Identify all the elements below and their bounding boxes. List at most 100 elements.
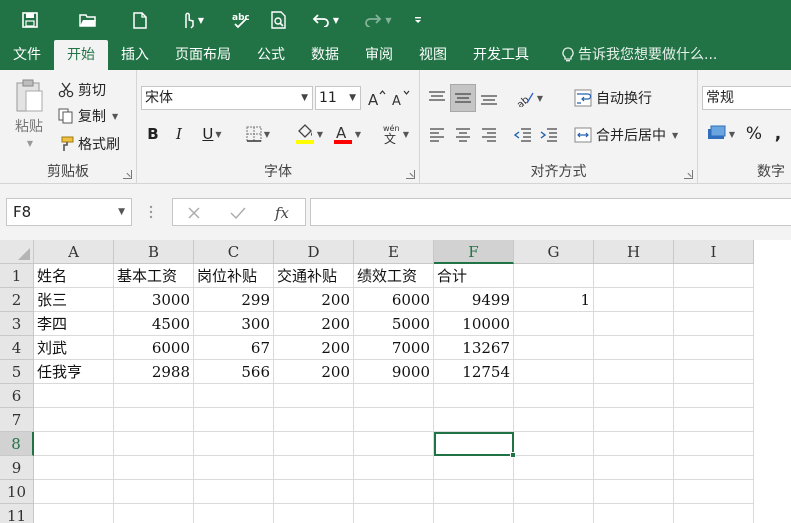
cell-c2[interactable]: 299 [194,288,274,312]
borders-button[interactable]: ▼ [241,123,275,145]
drag-handle-icon[interactable] [144,202,158,222]
cell-c9[interactable] [194,456,274,480]
column-header-d[interactable]: D [274,240,354,264]
cell-c1[interactable]: 岗位补贴 [194,264,274,288]
align-right-button[interactable] [478,124,500,146]
cell-i7[interactable] [674,408,754,432]
cell-d10[interactable] [274,480,354,504]
align-middle-button[interactable] [450,84,476,112]
cell-f9[interactable] [434,456,514,480]
cell-g6[interactable] [514,384,594,408]
cell-e8[interactable] [354,432,434,456]
cell-h8[interactable] [594,432,674,456]
cell-d9[interactable] [274,456,354,480]
cell-e9[interactable] [354,456,434,480]
cell-e2[interactable]: 6000 [354,288,434,312]
column-header-h[interactable]: H [594,240,674,264]
formula-input[interactable] [310,198,791,226]
cell-i8[interactable] [674,432,754,456]
number-format-select[interactable]: 常规 [702,86,791,110]
chevron-down-icon[interactable]: ▼ [729,130,735,139]
cell-g8[interactable] [514,432,594,456]
spell-check-button[interactable]: abc [220,0,260,40]
cell-e6[interactable] [354,384,434,408]
cell-e4[interactable]: 7000 [354,336,434,360]
cell-c10[interactable] [194,480,274,504]
cell-d8[interactable] [274,432,354,456]
cell-c11[interactable] [194,504,274,523]
cell-b3[interactable]: 4500 [114,312,194,336]
tab-8[interactable]: 开发工具 [460,40,542,70]
decrease-indent-button[interactable] [512,124,534,146]
tab-4[interactable]: 公式 [244,40,298,70]
chevron-down-icon[interactable]: ▼ [264,130,270,139]
cell-i3[interactable] [674,312,754,336]
cell-g7[interactable] [514,408,594,432]
cell-d7[interactable] [274,408,354,432]
cell-g1[interactable] [514,264,594,288]
cell-h1[interactable] [594,264,674,288]
column-header-c[interactable]: C [194,240,274,264]
cell-d6[interactable] [274,384,354,408]
phonetic-button[interactable]: wén 文 ▼ [377,122,413,146]
cell-i2[interactable] [674,288,754,312]
align-left-button[interactable] [426,124,448,146]
percent-style-button[interactable]: % [744,122,764,146]
insert-function-button[interactable]: fx [269,202,295,224]
cell-f3[interactable]: 10000 [434,312,514,336]
cell-a10[interactable] [34,480,114,504]
cell-i10[interactable] [674,480,754,504]
cell-f1[interactable]: 合计 [434,264,514,288]
row-header-5[interactable]: 5 [0,360,34,384]
increase-font-button[interactable]: A [367,87,387,109]
tell-me-box[interactable]: 告诉我您想要做什么... [542,40,717,70]
cell-i11[interactable] [674,504,754,523]
cell-g9[interactable] [514,456,594,480]
cell-b11[interactable] [114,504,194,523]
cell-a8[interactable] [34,432,114,456]
wrap-text-button[interactable]: 自动换行 [574,88,652,108]
copy-button[interactable]: 复制 ▼ [58,106,118,126]
save-button[interactable] [0,0,60,40]
print-preview-button[interactable] [260,0,298,40]
cell-f11[interactable] [434,504,514,523]
increase-indent-button[interactable] [538,124,560,146]
row-header-4[interactable]: 4 [0,336,34,360]
column-header-i[interactable]: I [674,240,754,264]
font-name-select[interactable]: 宋体 ▼ [141,86,313,110]
enter-button[interactable] [227,202,249,224]
chevron-down-icon[interactable]: ▼ [672,131,678,140]
row-header-2[interactable]: 2 [0,288,34,312]
cell-f5[interactable]: 12754 [434,360,514,384]
new-document-button[interactable] [115,0,165,40]
cell-d5[interactable]: 200 [274,360,354,384]
row-header-9[interactable]: 9 [0,456,34,480]
column-header-g[interactable]: G [514,240,594,264]
cell-h9[interactable] [594,456,674,480]
cell-g11[interactable] [514,504,594,523]
cell-d3[interactable]: 200 [274,312,354,336]
tab-3[interactable]: 页面布局 [162,40,244,70]
cell-f10[interactable] [434,480,514,504]
font-color-button[interactable]: A ▼ [329,122,365,146]
cell-c8[interactable] [194,432,274,456]
cell-c7[interactable] [194,408,274,432]
dialog-launcher-icon[interactable] [684,170,693,179]
row-header-7[interactable]: 7 [0,408,34,432]
cell-b1[interactable]: 基本工资 [114,264,194,288]
customize-toolbar-button[interactable] [403,0,433,40]
font-size-select[interactable]: 11 ▼ [315,86,361,110]
chevron-down-icon[interactable]: ▼ [355,130,361,139]
merge-center-button[interactable]: 合并后居中 ▼ [574,125,678,145]
fill-color-button[interactable]: ▼ [291,122,327,146]
column-header-f[interactable]: F [434,240,514,264]
tab-5[interactable]: 数据 [298,40,352,70]
row-header-3[interactable]: 3 [0,312,34,336]
cell-h5[interactable] [594,360,674,384]
paste-button[interactable]: 粘贴 ▼ [10,78,48,148]
tab-6[interactable]: 审阅 [352,40,406,70]
bold-button[interactable]: B [143,123,163,145]
undo-button[interactable]: ▼ [298,0,353,40]
cell-f6[interactable] [434,384,514,408]
cell-b4[interactable]: 6000 [114,336,194,360]
